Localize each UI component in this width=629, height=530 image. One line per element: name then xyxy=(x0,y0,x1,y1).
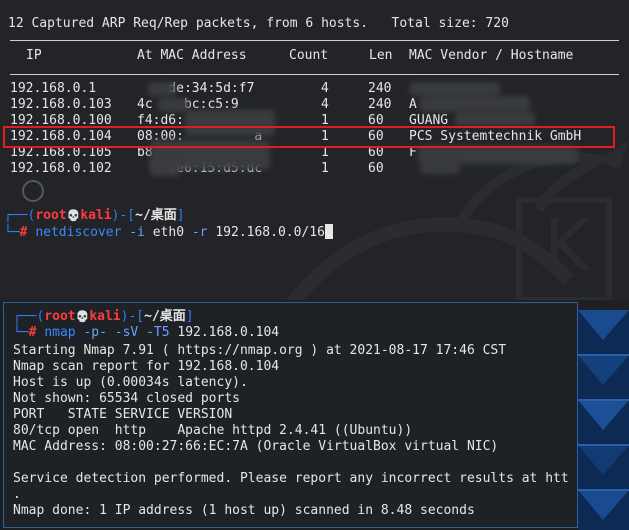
redaction-blur xyxy=(150,160,180,176)
header-ip: IP xyxy=(26,48,42,63)
command-target: 192.168.0.104 xyxy=(177,325,280,340)
row-len: 240 xyxy=(368,81,392,96)
table-top-divider xyxy=(10,40,619,41)
table-header: IP At MAC Address Count Len MAC Vendor /… xyxy=(0,48,629,64)
output-line: Starting Nmap 7.91 ( https://nmap.org ) … xyxy=(13,343,507,358)
command-arg: 192.168.0.0/16 xyxy=(215,225,325,240)
command-flag: -r xyxy=(191,225,208,240)
netdiscover-terminal[interactable]: K 12 Captured ARP Req/Rep packets, from … xyxy=(0,0,629,300)
prompt-user: root xyxy=(44,309,76,324)
output-line: Nmap done: 1 IP address (1 host up) scan… xyxy=(13,503,475,518)
output-line: PORT STATE SERVICE VERSION xyxy=(13,407,233,422)
header-count: Count xyxy=(289,48,329,63)
skull-icon: 💀 xyxy=(66,209,81,222)
redaction-blur xyxy=(158,98,188,112)
desktop-wallpaper-strip xyxy=(578,310,629,530)
nmap-terminal[interactable]: ┌──(root💀kali)-[~/桌面] └─# nmap -p- -sV -… xyxy=(3,302,578,528)
table-header-divider xyxy=(10,74,619,75)
command-name: nmap xyxy=(44,325,76,340)
row-ip: 192.168.0.1 xyxy=(10,81,97,96)
command-arg: eth0 xyxy=(152,225,185,240)
prompt-line: ┌──(root💀kali)-[~/桌面] xyxy=(4,208,185,223)
output-line: 80/tcp open http Apache httpd 2.4.41 ((U… xyxy=(13,423,413,438)
header-vendor: MAC Vendor / Hostname xyxy=(409,48,574,63)
skull-icon: 💀 xyxy=(75,310,90,323)
table-row[interactable]: 192.168.0.103 4c bc:c5:9 4 240 A xyxy=(0,97,629,113)
row-count: 1 xyxy=(321,161,329,176)
output-line: Service detection performed. Please repo… xyxy=(13,471,569,486)
row-ip: 192.168.0.102 xyxy=(10,161,112,176)
redaction-blur xyxy=(410,82,500,96)
prompt-dir: ~/桌面 xyxy=(135,208,177,223)
prompt-dir: ~/桌面 xyxy=(144,309,186,324)
command-line[interactable]: └─# netdiscover -i eth0 -r 192.168.0.0/1… xyxy=(4,224,333,241)
prompt-user: root xyxy=(35,208,67,223)
output-line: . xyxy=(13,487,21,502)
output-line: MAC Address: 08:00:27:66:EC:7A (Oracle V… xyxy=(13,439,499,454)
row-count: 4 xyxy=(321,81,329,96)
output-line: Host is up (0.00034s latency). xyxy=(13,375,248,390)
row-vendor: A xyxy=(409,97,417,112)
output-line: Nmap scan report for 192.168.0.104 xyxy=(13,359,280,374)
blue-tile-pattern-icon xyxy=(578,310,629,530)
svg-text:K: K xyxy=(544,205,592,287)
capture-summary: 12 Captured ARP Req/Rep packets, from 6 … xyxy=(8,16,509,31)
command-flags: -p- -sV -T5 xyxy=(83,325,170,340)
header-mac: At MAC Address xyxy=(137,48,247,63)
output-line: Not shown: 65534 closed ports xyxy=(13,391,240,406)
prompt-host: kali xyxy=(80,208,112,223)
row-len: 60 xyxy=(368,161,384,176)
target-host-highlight xyxy=(3,126,615,148)
prompt-host: kali xyxy=(89,309,121,324)
table-row[interactable]: 192.168.0.1 de:34:5d:f7 4 240 xyxy=(0,81,629,97)
prompt-line: ┌──(root💀kali)-[~/桌面] xyxy=(13,309,194,324)
text-cursor xyxy=(324,224,333,239)
command-flag: -i xyxy=(129,225,145,240)
redaction-blur xyxy=(420,162,460,174)
header-len: Len xyxy=(369,48,393,63)
redaction-blur xyxy=(148,82,176,96)
command-line[interactable]: └─# nmap -p- -sV -T5 192.168.0.104 xyxy=(13,325,279,341)
command-name: netdiscover xyxy=(35,225,122,240)
redaction-blur xyxy=(420,96,530,112)
row-ip: 192.168.0.103 xyxy=(10,97,112,112)
row-len: 240 xyxy=(368,97,392,112)
circle-icon xyxy=(22,180,44,202)
row-count: 4 xyxy=(321,97,329,112)
redaction-blur xyxy=(455,112,535,126)
